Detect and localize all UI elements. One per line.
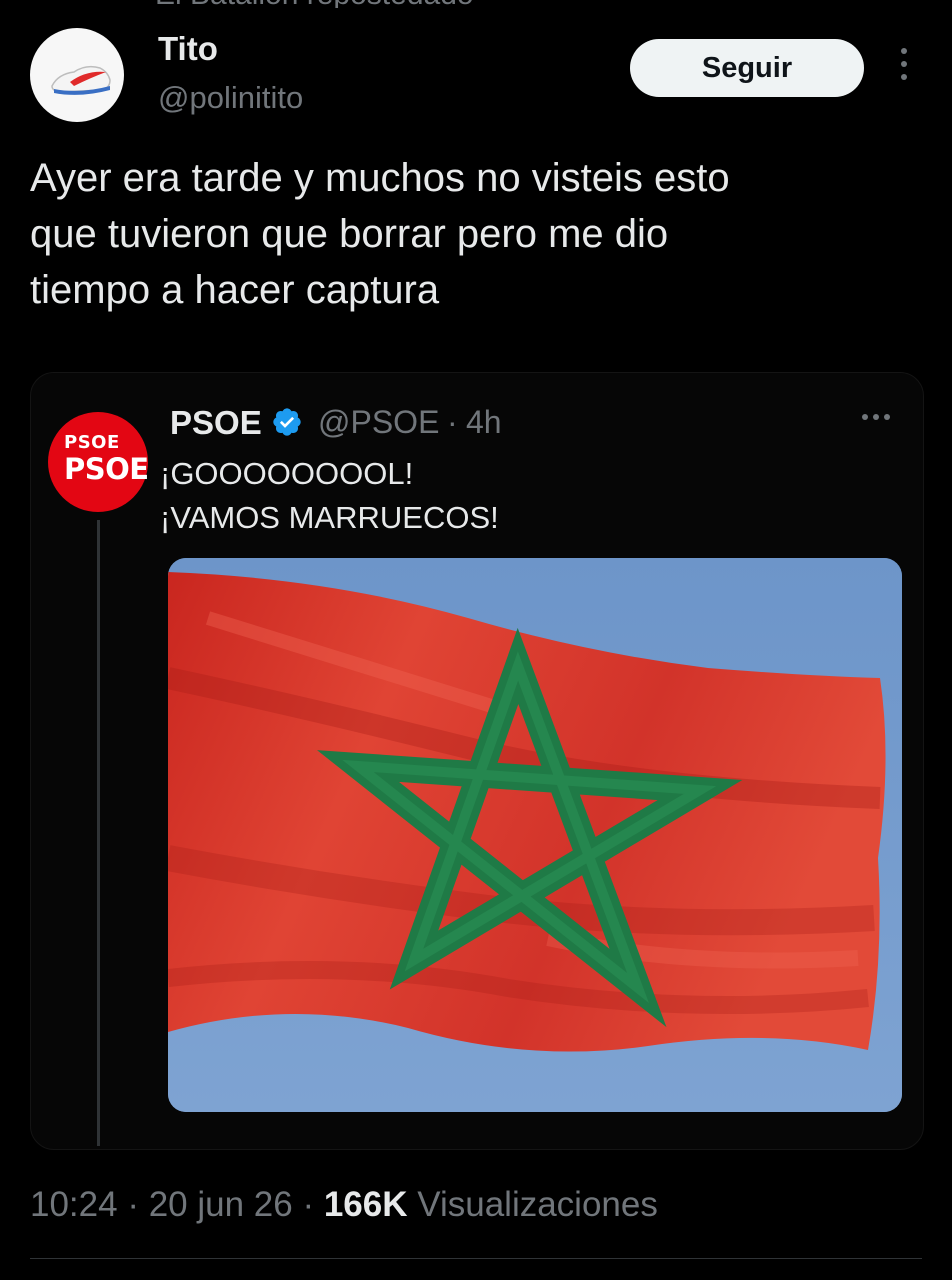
quote-separator: · — [447, 404, 458, 440]
morocco-flag-image — [168, 558, 902, 1112]
psoe-logo-large-text: PSOE — [64, 452, 149, 486]
repost-header: El Batallón repostedado — [155, 0, 555, 8]
author-avatar[interactable] — [30, 28, 124, 122]
view-count: 166K — [323, 1185, 408, 1224]
author-name[interactable]: Tito — [158, 30, 218, 68]
meta-separator: · — [292, 1185, 324, 1224]
view-label-text: Visualizaciones — [417, 1185, 658, 1224]
tweet-date[interactable]: 20 jun 26 — [149, 1185, 293, 1224]
quote-text-line: ¡VAMOS MARRUECOS! — [160, 500, 499, 535]
author-handle[interactable]: @polinitito — [158, 80, 303, 116]
quote-author-avatar[interactable]: PSOE PSOE — [48, 412, 149, 512]
quote-author-name[interactable]: PSOE — [170, 404, 262, 442]
verified-badge-icon — [273, 408, 301, 436]
follow-button[interactable]: Seguir — [630, 39, 864, 97]
tweet-meta: 10:24 · 20 jun 26 · 166K Visualizaciones — [30, 1185, 658, 1225]
psoe-logo-small-text: PSOE — [64, 432, 120, 453]
sneaker-avatar-icon — [51, 65, 111, 95]
quote-more-icon[interactable] — [862, 414, 898, 428]
meta-separator: · — [117, 1185, 149, 1224]
quote-timestamp[interactable]: 4h — [466, 404, 502, 441]
divider — [30, 1258, 922, 1259]
more-options-icon[interactable] — [893, 48, 915, 88]
thread-line — [97, 520, 100, 1146]
view-label: Visualizaciones — [408, 1185, 658, 1224]
tweet-time[interactable]: 10:24 — [30, 1185, 118, 1224]
quote-text-line: ¡GOOOOOOOOL! — [160, 456, 414, 491]
quote-media-image[interactable] — [168, 558, 902, 1112]
tweet-text: Ayer era tarde y muchos no visteis esto … — [30, 156, 730, 312]
quote-author-handle[interactable]: @PSOE — [318, 404, 439, 441]
